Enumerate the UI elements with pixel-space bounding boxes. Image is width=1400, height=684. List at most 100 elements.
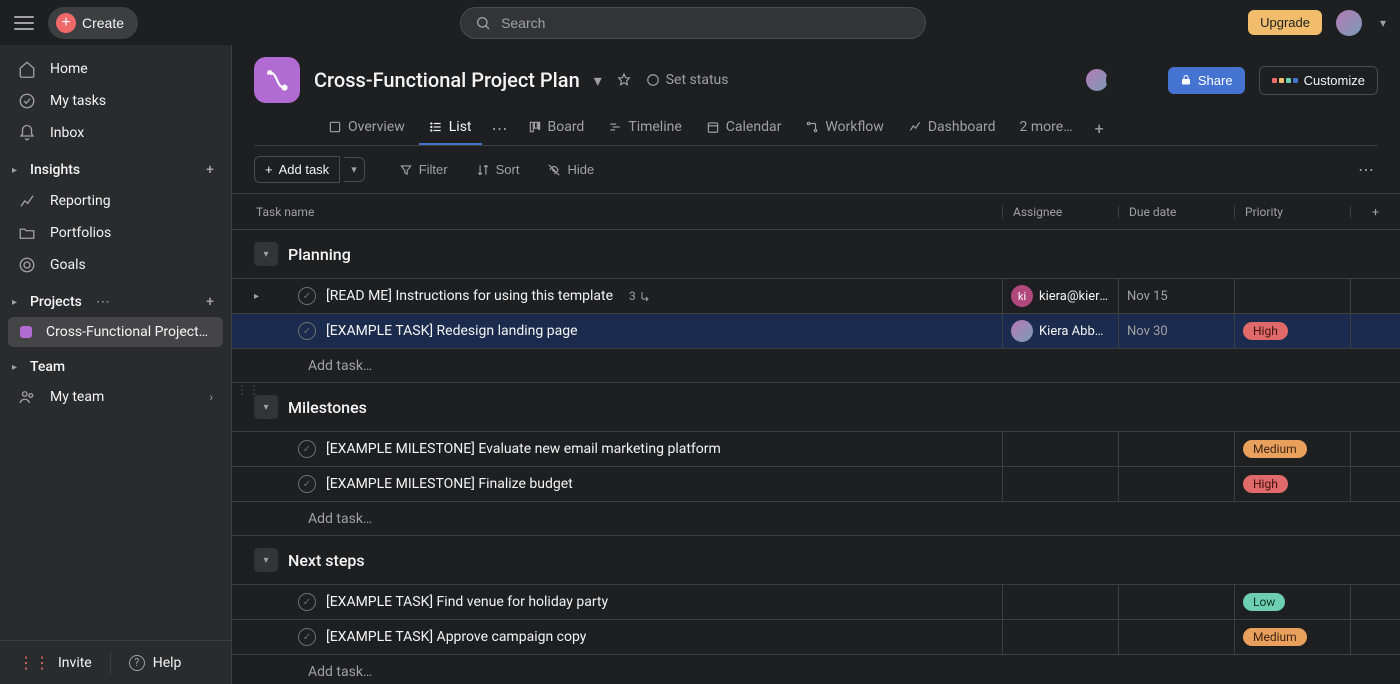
task-row[interactable]: ▸✓[READ ME] Instructions for using this … — [232, 278, 1400, 313]
cell-due[interactable] — [1118, 432, 1234, 466]
cell-priority[interactable]: High — [1234, 314, 1350, 348]
add-task-inline[interactable]: Add task… — [232, 654, 1400, 684]
cell-priority[interactable] — [1234, 279, 1350, 313]
nav-label: My team — [50, 389, 104, 405]
task-title: [EXAMPLE MILESTONE] Finalize budget — [326, 476, 573, 492]
section-team[interactable]: ▸ Team — [0, 347, 231, 381]
home-icon — [18, 60, 36, 78]
section-insights[interactable]: ▸ Insights + — [0, 149, 231, 185]
nav-inbox[interactable]: Inbox — [0, 117, 231, 149]
cell-due[interactable] — [1118, 620, 1234, 654]
tab-board[interactable]: Board — [518, 111, 595, 145]
upgrade-button[interactable]: Upgrade — [1248, 10, 1322, 35]
nav-mytasks[interactable]: My tasks — [0, 85, 231, 117]
tab-label: Overview — [348, 119, 405, 135]
filter-button[interactable]: Filter — [387, 157, 460, 182]
col-assignee[interactable]: Assignee — [1002, 205, 1118, 219]
create-button[interactable]: + Create — [48, 7, 138, 39]
tab-workflow[interactable]: Workflow — [795, 111, 894, 145]
drag-handle-icon[interactable]: ⋮⋮ — [236, 383, 260, 397]
section-header-row[interactable]: ▾ Next steps — [232, 536, 1400, 584]
cell-trailing — [1350, 585, 1400, 619]
task-row[interactable]: ✓ [EXAMPLE MILESTONE] Finalize budget High — [232, 466, 1400, 501]
tab-overview[interactable]: Overview — [318, 111, 415, 145]
member-stack[interactable] — [1088, 67, 1154, 93]
assignee-avatar — [1011, 320, 1033, 342]
section-header-row[interactable]: ▾Milestones — [232, 383, 1400, 431]
help-button[interactable]: ? Help — [111, 643, 200, 683]
section-header-row[interactable]: ▾Planning — [232, 230, 1400, 278]
task-row[interactable]: ✓[EXAMPLE TASK] Find venue for holiday p… — [232, 584, 1400, 619]
nav-goals[interactable]: Goals — [0, 249, 231, 281]
nav-home[interactable]: Home — [0, 53, 231, 85]
search-input-wrap[interactable] — [460, 7, 926, 39]
add-tab-icon[interactable]: + — [1087, 119, 1112, 138]
tab-dashboard[interactable]: Dashboard — [898, 111, 1006, 145]
expand-icon[interactable]: ▸ — [254, 291, 288, 302]
tab-label: List — [449, 119, 472, 135]
cell-assignee[interactable]: kikiera@kiera… — [1002, 279, 1118, 313]
complete-checkbox[interactable]: ✓ — [298, 440, 316, 458]
task-row[interactable]: ✓[EXAMPLE MILESTONE] Evaluate new email … — [232, 431, 1400, 466]
invite-button[interactable]: ⋮⋮ Invite — [0, 641, 110, 684]
complete-checkbox[interactable]: ✓ — [298, 287, 316, 305]
nav-myteam[interactable]: My team › — [0, 381, 231, 413]
add-task-dropdown[interactable]: ▾ — [344, 157, 365, 182]
cell-priority[interactable]: Medium — [1234, 620, 1350, 654]
chevron-down-icon[interactable]: ▾ — [594, 71, 602, 90]
tab-more-icon[interactable]: ⋯ — [486, 119, 514, 138]
cell-due[interactable]: Nov 15 — [1118, 279, 1234, 313]
cell-assignee[interactable] — [1002, 432, 1118, 466]
complete-checkbox[interactable]: ✓ — [298, 593, 316, 611]
star-icon[interactable] — [616, 72, 632, 88]
cell-due[interactable] — [1118, 585, 1234, 619]
nav-reporting[interactable]: Reporting — [0, 185, 231, 217]
tab-timeline[interactable]: Timeline — [598, 111, 691, 145]
add-column-icon[interactable]: + — [1350, 205, 1400, 219]
task-row[interactable]: ✓[EXAMPLE TASK] Approve campaign copyMed… — [232, 619, 1400, 654]
complete-checkbox[interactable]: ✓ — [298, 322, 316, 340]
user-avatar[interactable] — [1336, 10, 1362, 36]
cell-priority[interactable]: Low — [1234, 585, 1350, 619]
share-button[interactable]: Share — [1168, 67, 1245, 94]
section-projects[interactable]: ▸ Projects ⋯ + — [0, 281, 231, 317]
project-item-cross-functional[interactable]: Cross-Functional Project… — [8, 317, 223, 347]
tab-more[interactable]: 2 more… — [1010, 111, 1083, 145]
add-task-inline[interactable]: Add task… — [232, 348, 1400, 383]
sort-button[interactable]: Sort — [464, 157, 532, 182]
complete-checkbox[interactable]: ✓ — [298, 628, 316, 646]
more-icon[interactable]: ⋯ — [96, 294, 110, 310]
cell-due[interactable] — [1118, 467, 1234, 501]
complete-checkbox[interactable]: ✓ — [298, 475, 316, 493]
tab-list[interactable]: List — [419, 111, 482, 145]
cell-assignee[interactable] — [1002, 467, 1118, 501]
hide-button[interactable]: Hide — [535, 157, 606, 182]
add-insight-icon[interactable]: + — [201, 161, 219, 179]
customize-button[interactable]: Customize — [1259, 66, 1378, 95]
collapse-icon[interactable]: ▾ — [254, 548, 278, 572]
section-title: Next steps — [288, 551, 365, 570]
add-task-button[interactable]: + Add task — [254, 156, 340, 183]
set-status-button[interactable]: Set status — [646, 72, 729, 88]
cell-priority[interactable]: High — [1234, 467, 1350, 501]
tab-calendar[interactable]: Calendar — [696, 111, 792, 145]
task-row[interactable]: ✓[EXAMPLE TASK] Redesign landing pageKie… — [232, 313, 1400, 348]
col-task-name[interactable]: Task name — [232, 205, 1002, 219]
cell-priority[interactable]: Medium — [1234, 432, 1350, 466]
col-priority[interactable]: Priority — [1234, 205, 1350, 219]
project-title: Cross-Functional Project Plan — [314, 68, 580, 92]
chevron-down-icon[interactable]: ▾ — [1380, 16, 1386, 30]
search-input[interactable] — [501, 15, 911, 31]
collapse-icon[interactable]: ▾ — [254, 395, 278, 419]
cell-due[interactable]: Nov 30 — [1118, 314, 1234, 348]
add-task-inline[interactable]: Add task… — [232, 501, 1400, 536]
nav-portfolios[interactable]: Portfolios — [0, 217, 231, 249]
toolbar-more-icon[interactable]: ⋯ — [1354, 156, 1378, 183]
add-project-icon[interactable]: + — [201, 293, 219, 311]
cell-assignee[interactable]: Kiera Abba… — [1002, 314, 1118, 348]
cell-assignee[interactable] — [1002, 620, 1118, 654]
col-due[interactable]: Due date — [1118, 205, 1234, 219]
menu-toggle[interactable] — [14, 13, 34, 33]
cell-assignee[interactable] — [1002, 585, 1118, 619]
collapse-icon[interactable]: ▾ — [254, 242, 278, 266]
